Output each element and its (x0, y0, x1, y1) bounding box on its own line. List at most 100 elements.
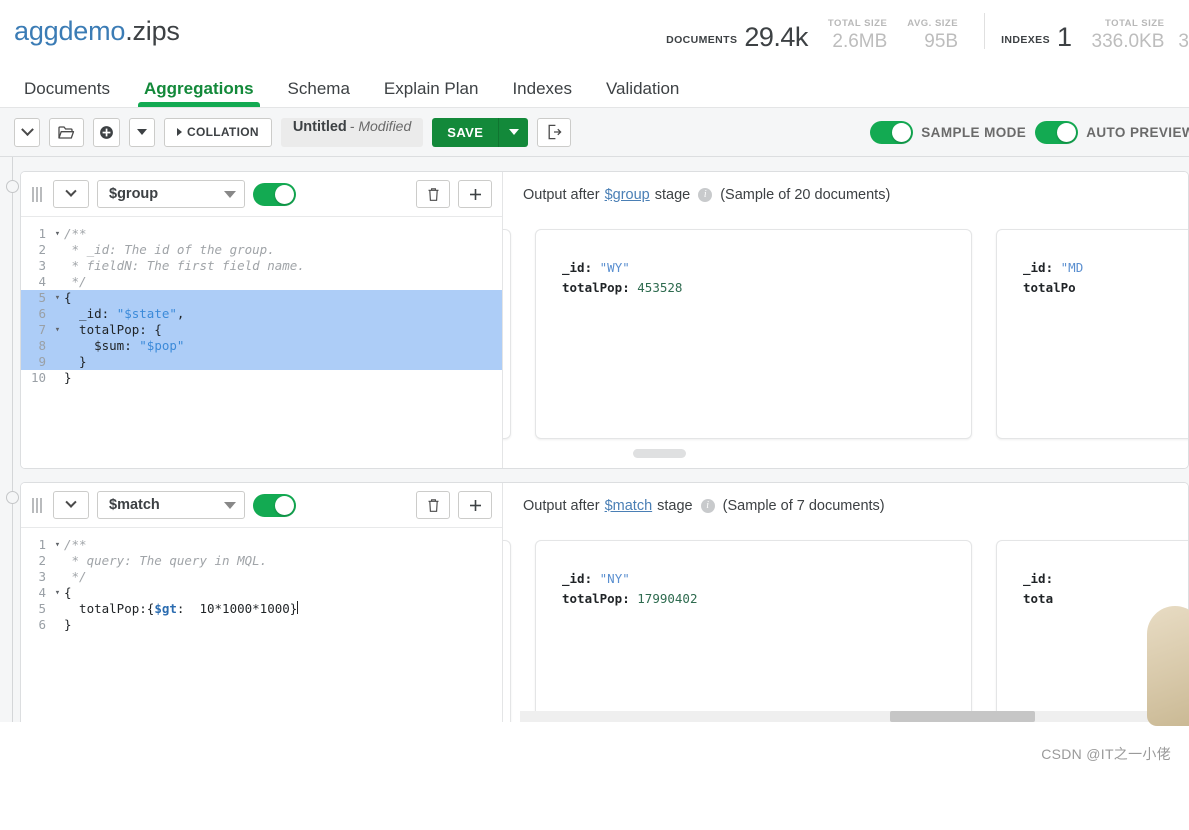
code-line: 6 _id: "$state", (21, 306, 502, 322)
document-field: _id: "NY" (562, 571, 630, 586)
indexes-total-size-value: 336.0KB (1091, 31, 1165, 52)
auto-preview-toggle[interactable] (1035, 121, 1079, 144)
documents-avg-size-value: 95B (924, 31, 959, 52)
code-line: 5 totalPop:{$gt: 10*1000*1000} (21, 601, 502, 617)
pipeline-name-field[interactable]: Untitled - Modified (280, 117, 424, 147)
preview-document-card[interactable] (503, 229, 511, 439)
code-token: { (64, 585, 72, 600)
preview-sample-count: (Sample of 20 documents) (720, 186, 891, 203)
document-field: _id: "MD (1023, 260, 1084, 275)
code-token: } (64, 354, 87, 369)
stage-drag-handle[interactable] (29, 497, 45, 513)
toggle-knob (1057, 123, 1077, 142)
toolbar-right-controls: SAMPLE MODE AUTO PREVIEW (870, 108, 1189, 157)
line-number: 9 (38, 354, 46, 369)
sample-mode-control: SAMPLE MODE (870, 121, 1026, 144)
collation-toggle-button[interactable]: COLLATION (164, 117, 272, 147)
code-token: : 10*1000*1000} (176, 601, 298, 616)
delete-stage-button[interactable] (416, 180, 450, 208)
code-line: 3 * fieldN: The first field name. (21, 258, 502, 274)
line-number: 3 (38, 569, 46, 584)
stage-enabled-toggle[interactable] (253, 493, 296, 517)
collection-stats: DOCUMENTS 29.4k TOTAL SIZE 2.6MB AVG. SI… (666, 0, 1189, 62)
save-button[interactable]: SAVE (432, 117, 499, 147)
documents-stat-group: DOCUMENTS 29.4k TOTAL SIZE 2.6MB AVG. SI… (666, 18, 958, 51)
open-saved-pipelines-button[interactable] (49, 117, 84, 147)
stage-enabled-toggle[interactable] (253, 182, 296, 206)
toggle-all-stages-button[interactable] (14, 117, 40, 147)
document-field: _id: "WY" (562, 260, 630, 275)
documents-label: DOCUMENTS (666, 34, 738, 46)
stage-header: $match (21, 483, 502, 528)
save-dropdown-button[interactable] (498, 117, 529, 147)
stage-collapse-button[interactable] (53, 491, 89, 519)
indexes-stat-group: INDEXES 1 TOTAL SIZE 336.0KB 3 (1001, 18, 1189, 51)
preview-stage-link[interactable]: $match (605, 498, 653, 514)
toggle-knob (892, 123, 912, 142)
stage-operator-select[interactable]: $match (97, 491, 245, 519)
tab-aggregations[interactable]: Aggregations (138, 79, 260, 107)
preview-horizontal-scrollbar[interactable] (503, 449, 1188, 458)
preview-stage-link[interactable]: $group (605, 187, 650, 203)
new-pipeline-button[interactable] (93, 117, 120, 147)
export-pipeline-button[interactable] (537, 117, 572, 147)
save-button-group: SAVE (432, 117, 529, 147)
line-number: 10 (30, 370, 46, 385)
tab-explain-plan[interactable]: Explain Plan (384, 79, 479, 107)
line-number: 3 (38, 258, 46, 273)
code-fold-icon (51, 306, 64, 322)
preview-suffix: stage (654, 186, 691, 203)
workspace-horizontal-scrollbar[interactable] (520, 711, 1189, 722)
code-fold-icon[interactable]: ▾ (51, 290, 64, 306)
line-number: 2 (38, 242, 46, 257)
preview-document-card[interactable]: _id: "WY" totalPop: 453528 (535, 229, 972, 439)
info-icon[interactable]: i (698, 187, 713, 202)
stats-divider (984, 13, 986, 49)
add-stage-button[interactable] (458, 491, 492, 519)
tab-schema[interactable]: Schema (288, 79, 350, 107)
tab-documents[interactable]: Documents (24, 79, 110, 107)
code-fold-icon[interactable]: ▾ (51, 226, 64, 242)
preview-suffix: stage (657, 497, 693, 514)
stage-code-editor[interactable]: 1 ▾/** 2 * _id: The id of the group. 3 * fi… (21, 217, 502, 468)
code-fold-icon[interactable]: ▾ (51, 585, 64, 601)
tab-indexes[interactable]: Indexes (512, 79, 572, 107)
scrollbar-thumb[interactable] (890, 711, 1035, 722)
line-number: 7 (38, 322, 46, 337)
code-token: totalPop:{ (64, 601, 155, 616)
code-fold-icon[interactable]: ▾ (51, 322, 64, 338)
pipeline-stage-1: $group 1 ▾/** 2 * _id: The id of the gro… (20, 171, 1189, 469)
code-line: 7 ▾ totalPop: { (21, 322, 502, 338)
tab-validation[interactable]: Validation (606, 79, 679, 107)
database-name[interactable]: aggdemo (14, 16, 125, 46)
document-field: tota (1023, 591, 1054, 606)
code-line: 1 ▾/** (21, 537, 502, 553)
code-fold-icon (51, 274, 64, 290)
indexes-next-stat-value: 3 (1178, 31, 1189, 52)
stage-operator-select[interactable]: $group (97, 180, 245, 208)
code-fold-icon[interactable]: ▾ (51, 537, 64, 553)
triangle-right-icon (177, 128, 182, 136)
delete-stage-button[interactable] (416, 491, 450, 519)
preview-document-card[interactable]: _id: "NY" totalPop: 17990402 (535, 540, 972, 738)
stage-collapse-button[interactable] (53, 180, 89, 208)
code-fold-icon (51, 242, 64, 258)
auto-preview-label: AUTO PREVIEW (1086, 125, 1189, 140)
new-pipeline-caret-button[interactable] (129, 117, 155, 147)
info-icon[interactable]: i (700, 498, 715, 513)
preview-document-card[interactable]: _id: "MD totalPo (996, 229, 1188, 439)
plus-circle-icon (100, 125, 113, 139)
stage-drag-handle[interactable] (29, 186, 45, 202)
sample-mode-toggle[interactable] (870, 121, 914, 144)
code-token: "$state" (116, 306, 177, 321)
scrollbar-thumb[interactable] (633, 449, 686, 458)
indexes-count: 1 (1056, 22, 1072, 52)
preview-document-card[interactable] (503, 540, 511, 738)
rail-line (12, 157, 13, 770)
add-stage-button[interactable] (458, 180, 492, 208)
sample-mode-label: SAMPLE MODE (921, 125, 1027, 140)
watermark-text: CSDN @IT之一小佬 (1041, 746, 1171, 762)
code-token: */ (64, 569, 87, 584)
code-token: /** (64, 537, 87, 552)
collation-label: COLLATION (187, 125, 259, 139)
